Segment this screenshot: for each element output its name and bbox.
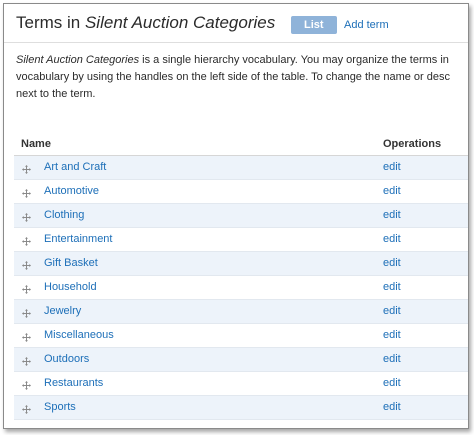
table-row: Automotive edit [14, 180, 468, 204]
drag-handle-icon[interactable] [22, 161, 31, 174]
table-row: Restaurants edit [14, 372, 468, 396]
edit-term-link[interactable]: edit [383, 329, 401, 341]
term-name-link[interactable]: Sports [44, 401, 76, 413]
page-title-prefix: Terms in [16, 13, 85, 32]
table-row: Clothing edit [14, 204, 468, 228]
column-header-name: Name [21, 138, 51, 150]
drag-handle-icon[interactable] [22, 401, 31, 414]
table-row: Miscellaneous edit [14, 324, 468, 348]
edit-term-link[interactable]: edit [383, 377, 401, 389]
screenshot-frame: Terms in Silent Auction Categories List … [3, 3, 469, 429]
table-row: Sports edit [14, 396, 468, 420]
page-title: Terms in Silent Auction Categories [16, 13, 275, 33]
term-name-link[interactable]: Jewelry [44, 305, 81, 317]
description-vocabulary: Silent Auction Categories [16, 54, 140, 66]
drag-handle-icon[interactable] [22, 209, 31, 222]
description-line-1-text: is a single hierarchy vocabulary. You ma… [139, 54, 449, 66]
vocabulary-description: Silent Auction Categories is a single hi… [16, 52, 468, 103]
table-header: Name Operations [14, 131, 468, 156]
drag-handle-icon[interactable] [22, 377, 31, 390]
drag-handle-icon[interactable] [22, 305, 31, 318]
drag-handle-icon[interactable] [22, 233, 31, 246]
table-row: Outdoors edit [14, 348, 468, 372]
table-row: Jewelry edit [14, 300, 468, 324]
edit-term-link[interactable]: edit [383, 401, 401, 413]
term-name-link[interactable]: Restaurants [44, 377, 103, 389]
table-body: Art and Craft edit Automotive edit Clothing e… [14, 156, 468, 420]
drag-handle-icon[interactable] [22, 185, 31, 198]
table-row: Entertainment edit [14, 228, 468, 252]
page-header: Terms in Silent Auction Categories List … [4, 4, 468, 42]
header-divider [4, 42, 468, 43]
page-title-vocabulary: Silent Auction Categories [84, 13, 276, 32]
edit-term-link[interactable]: edit [383, 233, 401, 245]
drag-handle-icon[interactable] [22, 353, 31, 366]
description-line-2: vocabulary by using the handles on the l… [16, 71, 450, 83]
edit-term-link[interactable]: edit [383, 257, 401, 269]
table-row: Household edit [14, 276, 468, 300]
description-line-3: next to the term. [16, 88, 96, 100]
edit-term-link[interactable]: edit [383, 185, 401, 197]
edit-term-link[interactable]: edit [383, 305, 401, 317]
term-name-link[interactable]: Gift Basket [44, 257, 98, 269]
edit-term-link[interactable]: edit [383, 353, 401, 365]
term-name-link[interactable]: Art and Craft [44, 161, 106, 173]
edit-term-link[interactable]: edit [383, 281, 401, 293]
column-header-operations: Operations [383, 138, 442, 150]
term-name-link[interactable]: Outdoors [44, 353, 89, 365]
description-line-1: Silent Auction Categories is a single hi… [16, 52, 468, 69]
terms-table: Name Operations Art and Craft edit Automot… [14, 131, 468, 420]
tab-add-term[interactable]: Add term [344, 16, 389, 34]
edit-term-link[interactable]: edit [383, 161, 401, 173]
tab-list[interactable]: List [291, 16, 337, 34]
term-name-link[interactable]: Automotive [44, 185, 99, 197]
term-name-link[interactable]: Miscellaneous [44, 329, 114, 341]
term-name-link[interactable]: Clothing [44, 209, 84, 221]
edit-term-link[interactable]: edit [383, 209, 401, 221]
term-name-link[interactable]: Entertainment [44, 233, 112, 245]
term-name-link[interactable]: Household [44, 281, 97, 293]
drag-handle-icon[interactable] [22, 329, 31, 342]
table-row: Gift Basket edit [14, 252, 468, 276]
table-row: Art and Craft edit [14, 156, 468, 180]
drag-handle-icon[interactable] [22, 257, 31, 270]
drag-handle-icon[interactable] [22, 281, 31, 294]
